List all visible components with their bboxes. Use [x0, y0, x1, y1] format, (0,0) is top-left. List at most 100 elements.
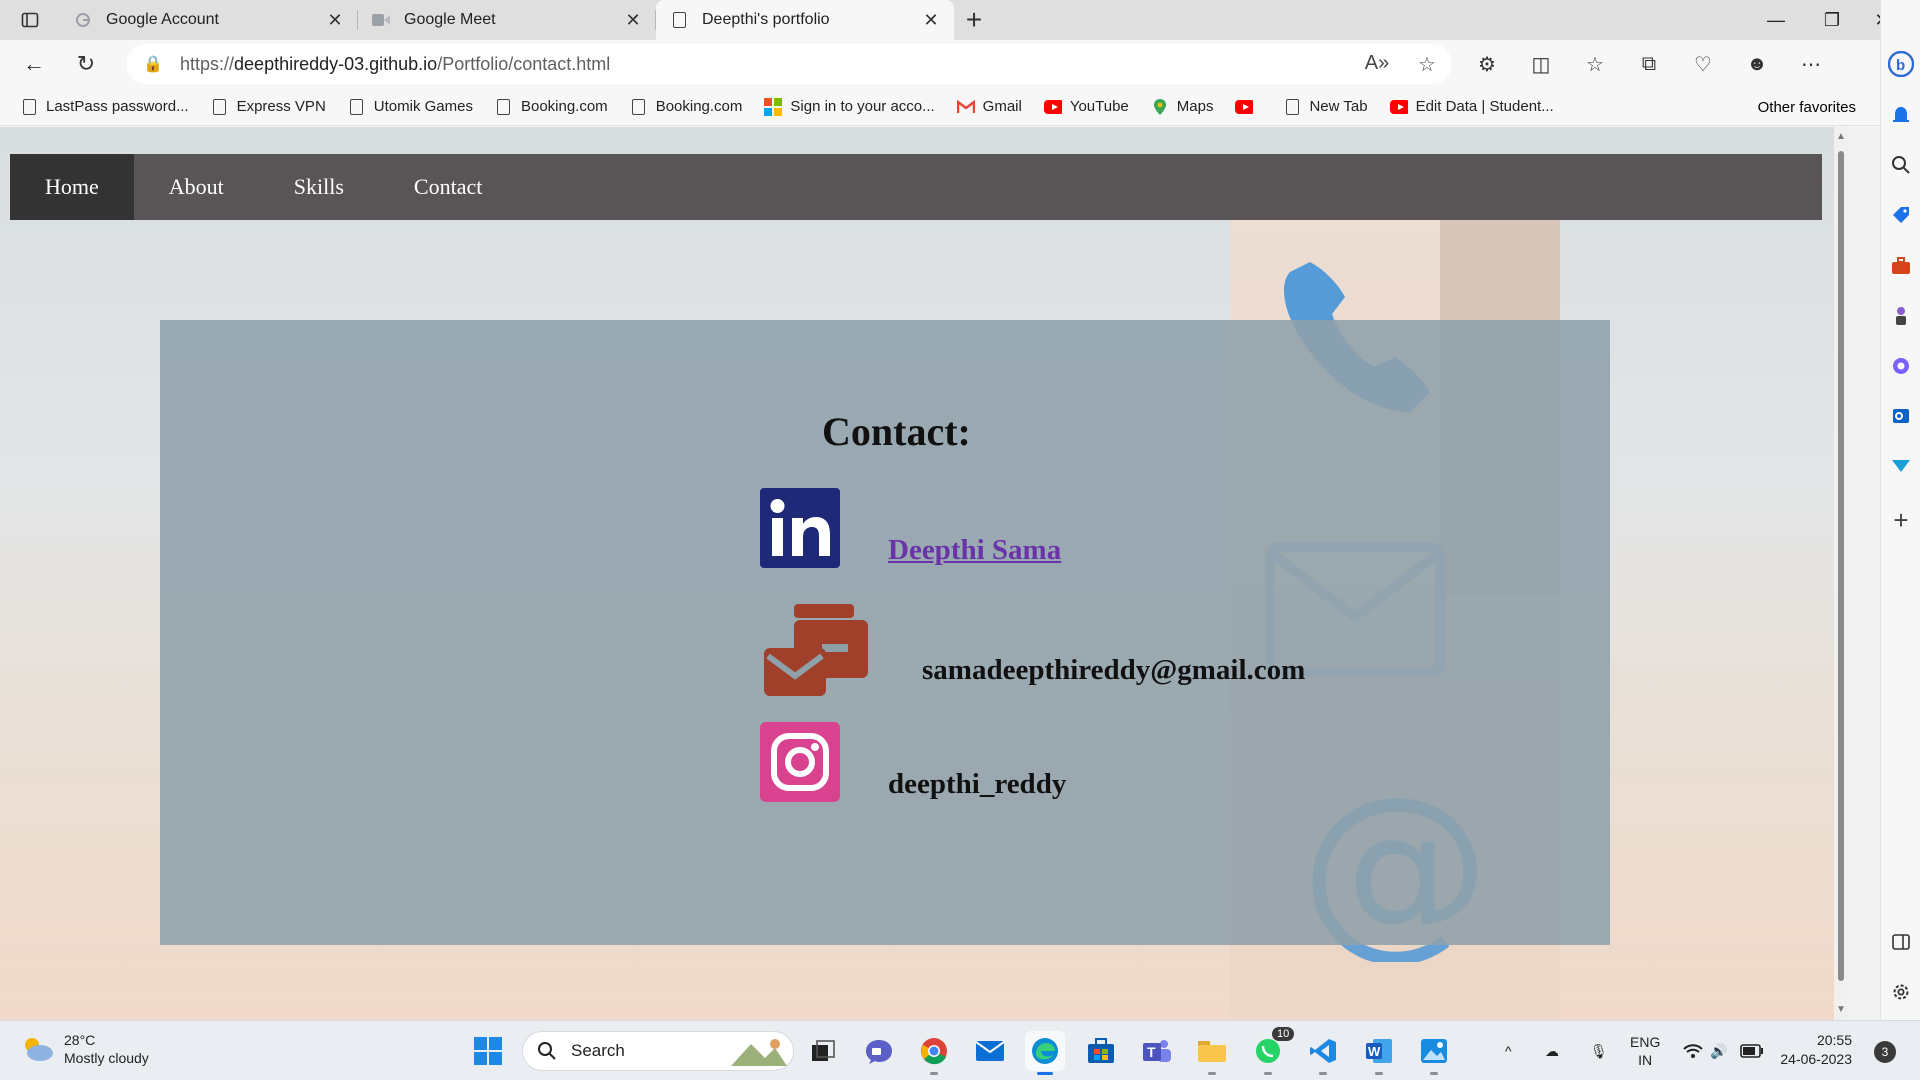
bookmark-label: Sign in to your acco... [790, 98, 935, 115]
bookmark-label: Gmail [982, 98, 1022, 115]
bing-chat-icon[interactable]: b [1881, 44, 1920, 84]
tab-deepthis-portfolio[interactable]: Deepthi's portfolio ✕ [656, 0, 954, 40]
microsoft-icon [764, 97, 783, 116]
bookmark-item[interactable] [1235, 98, 1261, 116]
weather-widget[interactable]: 28°C Mostly cloudy [20, 1031, 149, 1067]
bookmark-label: Express VPN [236, 98, 326, 115]
vscode-button[interactable] [1303, 1031, 1343, 1075]
split-screen-icon[interactable]: ◫ [1514, 44, 1568, 84]
microsoft-365-icon[interactable] [1881, 346, 1920, 386]
taskbar-search[interactable]: Search [522, 1031, 794, 1071]
bookmark-label: Edit Data | Student... [1415, 98, 1554, 115]
volume-icon[interactable]: 🔊 [1710, 1031, 1727, 1071]
scrollbar-thumb[interactable] [1838, 151, 1844, 981]
store-button[interactable] [1081, 1031, 1121, 1071]
bookmark-item[interactable]: Express VPN [211, 98, 326, 116]
address-bar[interactable]: 🔒 https://deepthireddy-03.github.io/Port… [126, 44, 1452, 84]
chrome-button[interactable] [914, 1031, 954, 1075]
onedrive-icon[interactable]: ☁ [1545, 1031, 1559, 1071]
nav-about[interactable]: About [134, 154, 259, 220]
nav-contact[interactable]: Contact [379, 154, 517, 220]
tab-google-meet[interactable]: Google Meet ✕ [358, 0, 656, 40]
chrome-icon [921, 1038, 947, 1065]
word-icon: W [1366, 1039, 1392, 1063]
minimize-button[interactable]: — [1748, 0, 1804, 40]
more-menu-icon[interactable]: ⋯ [1784, 44, 1838, 84]
tab-google-account[interactable]: Google Account ✕ [60, 0, 358, 40]
tab-actions-button[interactable] [0, 0, 60, 40]
language-indicator[interactable]: ENG IN [1630, 1031, 1660, 1071]
notification-badge[interactable]: 3 [1874, 1041, 1896, 1063]
page-icon [348, 98, 366, 116]
close-icon[interactable]: ✕ [326, 10, 344, 31]
bookmark-label: Maps [1176, 98, 1214, 115]
scroll-down-arrow[interactable]: ▼ [1834, 1004, 1848, 1015]
add-sidebar-app-icon[interactable]: + [1881, 500, 1920, 540]
linkedin-link[interactable]: Deepthi Sama [888, 534, 1061, 567]
url-host: deepthireddy-03.github.io [234, 53, 438, 74]
extensions-icon[interactable]: ⚙ [1460, 44, 1514, 84]
outlook-icon[interactable] [1881, 396, 1920, 436]
task-view-button[interactable] [803, 1031, 843, 1071]
mail-app-button[interactable] [970, 1031, 1010, 1071]
wifi-icon[interactable] [1682, 1031, 1704, 1071]
hide-sidebar-icon[interactable] [1881, 922, 1920, 962]
bookmark-item[interactable]: LastPass password... [20, 98, 189, 116]
start-button[interactable] [468, 1031, 508, 1071]
photos-button[interactable] [1414, 1031, 1454, 1075]
shopping-tag-icon[interactable] [1881, 195, 1920, 235]
edge-button[interactable] [1025, 1031, 1065, 1075]
bookmark-label: LastPass password... [46, 98, 189, 115]
battery-icon[interactable] [1740, 1031, 1764, 1071]
system-clock[interactable]: 20:55 24-06-2023 [1770, 1031, 1852, 1069]
bookmark-item[interactable]: Booking.com [630, 98, 742, 116]
browser-essentials-icon[interactable]: ♡ [1676, 44, 1730, 84]
bookmark-item[interactable]: Utomik Games [348, 98, 473, 116]
windows-taskbar: 28°C Mostly cloudy Search T 10 W ^ ☁ 🎙 E… [0, 1020, 1920, 1080]
restore-button[interactable]: ❐ [1804, 0, 1860, 40]
back-button[interactable]: ← [8, 44, 60, 84]
bookmark-item[interactable]: Booking.com [495, 98, 608, 116]
profile-avatar[interactable]: ☻ [1730, 44, 1784, 84]
linkedin-icon[interactable] [760, 488, 840, 568]
show-hidden-icons[interactable]: ^ [1505, 1031, 1512, 1071]
task-view-icon [812, 1040, 835, 1061]
tools-briefcase-icon[interactable] [1881, 246, 1920, 286]
nav-home[interactable]: Home [10, 154, 134, 220]
favorites-bar: LastPass password... Express VPN Utomik … [0, 88, 1880, 126]
bookmark-item[interactable]: Maps [1151, 98, 1214, 116]
word-button[interactable]: W [1359, 1031, 1399, 1075]
microphone-icon[interactable]: 🎙 [1590, 1031, 1608, 1071]
nav-skills[interactable]: Skills [259, 154, 379, 220]
search-icon[interactable] [1881, 145, 1920, 185]
new-tab-button[interactable]: + [954, 0, 994, 40]
games-icon[interactable] [1881, 296, 1920, 336]
teams-chat-button[interactable] [859, 1031, 899, 1071]
favorite-star-icon[interactable]: ☆ [1402, 52, 1452, 77]
close-icon[interactable]: ✕ [624, 10, 642, 31]
page-scrollbar[interactable]: ▲ ▼ [1834, 127, 1848, 1020]
refresh-button[interactable]: ↻ [60, 44, 112, 84]
bookmark-item[interactable]: Edit Data | Student... [1389, 98, 1554, 116]
bookmark-item[interactable]: New Tab [1283, 98, 1368, 116]
url-prefix: https:// [180, 53, 235, 74]
collections-icon[interactable]: ⧉ [1622, 44, 1676, 84]
bell-icon[interactable] [1881, 95, 1920, 135]
tab-actions-icon [21, 12, 39, 28]
bookmark-item[interactable]: Gmail [956, 98, 1022, 116]
browser-toolbar: ← ↻ 🔒 https://deepthireddy-03.github.io/… [0, 40, 1880, 88]
bookmark-item[interactable]: YouTube [1043, 98, 1129, 116]
drop-icon[interactable] [1881, 446, 1920, 486]
instagram-icon[interactable] [760, 722, 840, 802]
other-favorites[interactable]: Other favorites [1750, 88, 1856, 126]
teams-button[interactable]: T [1137, 1031, 1177, 1071]
favorites-icon[interactable]: ☆ [1568, 44, 1622, 84]
close-icon[interactable]: ✕ [922, 10, 940, 31]
settings-gear-icon[interactable] [1881, 972, 1920, 1012]
whatsapp-button[interactable]: 10 [1248, 1027, 1295, 1075]
chat-icon [866, 1040, 892, 1064]
read-aloud-icon[interactable]: A» [1352, 52, 1402, 77]
file-explorer-button[interactable] [1192, 1031, 1232, 1075]
scroll-up-arrow[interactable]: ▲ [1834, 131, 1848, 142]
bookmark-item[interactable]: Sign in to your acco... [764, 97, 935, 116]
